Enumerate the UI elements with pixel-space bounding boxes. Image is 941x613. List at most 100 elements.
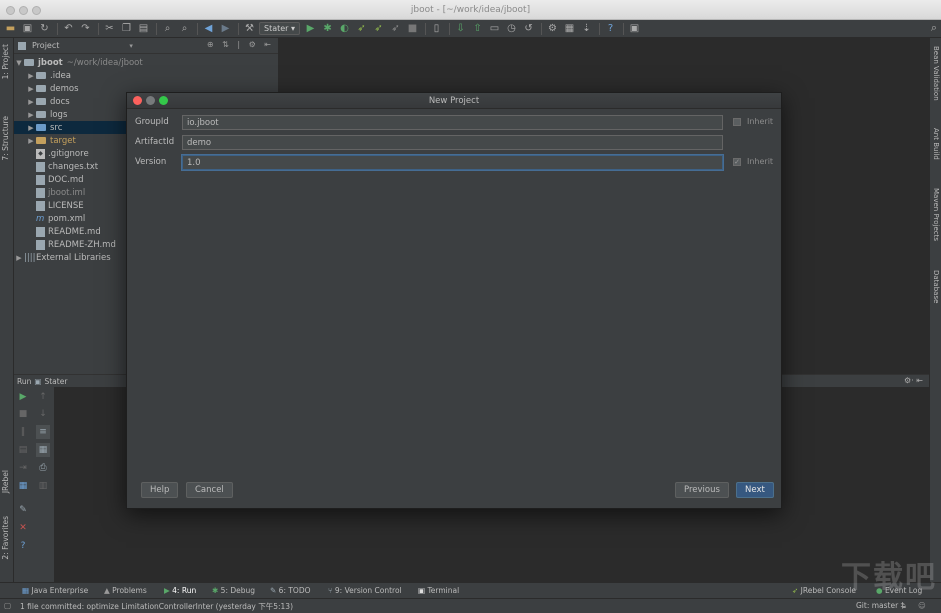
project-panel-title[interactable]: Project [32,41,59,50]
collapsed-arrow-icon[interactable]: ▶ [26,85,36,93]
sdk-icon[interactable]: ⇣ [579,21,594,36]
scroll-to-end-icon[interactable]: ▦ [36,443,50,457]
run-config-tab[interactable]: Stater [44,377,67,386]
print-icon[interactable]: ⎙ [36,461,50,475]
groupid-inherit[interactable]: Inherit [733,117,773,126]
vcs-revert-icon[interactable]: ↺ [521,21,536,36]
version-input[interactable] [182,155,723,170]
vcs-compare-icon[interactable]: ▭ [487,21,502,36]
collapsed-arrow-icon[interactable]: ▶ [26,124,36,132]
tab-problems[interactable]: ▲ Problems [104,586,147,595]
run-icon: ▶ [164,586,173,595]
tab-run[interactable]: ▶ 4: Run [164,586,196,595]
collapsed-arrow-icon[interactable]: ▶ [26,98,36,106]
stop-icon[interactable]: ■ [405,21,420,36]
find-icon[interactable]: ⌕ [160,21,175,36]
toolbar-separator [238,22,239,35]
toggle-tool-windows-icon[interactable]: ▢ [4,601,11,610]
collapsed-arrow-icon[interactable]: ▶ [26,137,36,145]
pin-icon[interactable]: ✎ [16,503,30,517]
project-panel-header: Project ▾ ⊕ ⇅ | ⚙ ⇤ [14,38,278,54]
search-everywhere-icon[interactable]: ⌕ [931,21,937,35]
tree-item[interactable]: ▶ .idea [14,69,278,82]
expanded-arrow-icon[interactable]: ▼ [14,59,24,67]
tab-bean-validation[interactable]: Bean Validation [932,46,940,101]
collapsed-arrow-icon[interactable]: ▶ [26,72,36,80]
pause-icon[interactable]: ‖ [16,425,30,439]
run-configuration-select[interactable]: Stater ▾ [259,22,301,35]
help-button[interactable]: Help [141,482,179,498]
collapsed-arrow-icon[interactable]: ▶ [14,254,24,262]
vcs-history-icon[interactable]: ◷ [504,21,519,36]
tab-version-control[interactable]: ⑂ 9: Version Control [328,586,402,595]
tab-java-enterprise[interactable]: ▦ Java Enterprise [22,586,88,595]
run-panel-settings-icon[interactable]: ⚙· ⇤ [904,376,923,385]
down-icon[interactable]: ↓ [36,407,50,421]
build-icon[interactable]: ⚒ [242,21,257,36]
tab-database[interactable]: Database [932,270,940,303]
tab-jrebel[interactable]: JRebel [1,470,10,493]
copy-icon[interactable]: ❐ [119,21,134,36]
artifactid-input[interactable] [182,135,723,150]
help-icon[interactable]: ? [16,539,30,553]
undo-icon[interactable]: ↶ [61,21,76,36]
coverage-icon[interactable]: ◐ [337,21,352,36]
chevron-down-icon[interactable]: ▾ [129,42,133,50]
exit-icon[interactable]: ⇥ [16,461,30,475]
collapsed-arrow-icon[interactable]: ▶ [26,111,36,119]
vcs-commit-icon[interactable]: ⇧ [470,21,485,36]
version-inherit[interactable]: ✓ Inherit [733,157,773,166]
jrebel-update-icon[interactable]: ➶ [388,21,403,36]
layout-icon[interactable]: ▦ [16,479,30,493]
tab-label: Terminal [427,586,460,595]
groupid-input[interactable] [182,115,723,130]
next-button[interactable]: Next [736,482,774,498]
sync-icon[interactable]: ↻ [37,21,52,36]
previous-button[interactable]: Previous [675,482,729,498]
replace-icon[interactable]: ⌕ [177,21,192,36]
cancel-button[interactable]: Cancel [186,482,233,498]
clear-icon[interactable]: ▥ [36,479,50,493]
folder-icon [36,72,46,79]
run-icon[interactable]: ▶ [303,21,318,36]
panel-tools[interactable]: ⊕ ⇅ | ⚙ ⇤ [207,40,274,49]
terminal-icon[interactable]: ▣ [627,21,642,36]
stop-icon[interactable]: ■ [16,407,30,421]
forward-icon[interactable]: ▶ [218,21,233,36]
cut-icon[interactable]: ✂ [102,21,117,36]
lock-icon[interactable]: 🔒︎ [902,601,906,611]
open-folder-icon[interactable]: ▬ [3,21,18,36]
inspector-icon[interactable]: ☺ [918,601,926,610]
paste-icon[interactable]: ▤ [136,21,151,36]
source-folder-icon [36,124,46,131]
jrebel-debug-icon[interactable]: ➶ [371,21,386,36]
tab-ant-build[interactable]: Ant Build [932,128,940,160]
vcs-update-icon[interactable]: ⇩ [453,21,468,36]
up-icon[interactable]: ↑ [36,390,50,404]
rerun-icon[interactable]: ▶ [16,390,30,404]
tab-favorites[interactable]: 2: Favorites [1,516,10,560]
close-run-icon[interactable]: ✕ [16,521,30,535]
tab-debug[interactable]: ✱ 5: Debug [212,586,255,595]
tab-maven-projects[interactable]: Maven Projects [932,188,940,241]
debug-icon[interactable]: ✱ [320,21,335,36]
tab-label: 4: Run [172,586,197,595]
settings-icon[interactable]: ⚙ [545,21,560,36]
tree-root[interactable]: ▼ jboot ~/work/idea/jboot [14,56,278,69]
help-icon[interactable]: ? [603,21,618,36]
tab-project[interactable]: 1: Project [1,44,10,79]
redo-icon[interactable]: ↷ [78,21,93,36]
tab-structure[interactable]: 7: Structure [1,116,10,161]
project-structure-icon[interactable]: ▦ [562,21,577,36]
save-all-icon[interactable]: ▣ [20,21,35,36]
soft-wrap-icon[interactable]: ≡ [36,425,50,439]
tab-todo[interactable]: ✎ 6: TODO [270,586,311,595]
git-branch-widget[interactable]: Git: master ‡ [856,601,904,610]
groupid-inherit-checkbox[interactable] [733,117,741,126]
jrebel-run-icon[interactable]: ➶ [354,21,369,36]
document-icon[interactable]: ▯ [429,21,444,36]
tab-terminal[interactable]: ▣ Terminal [418,586,459,595]
version-inherit-checkbox[interactable]: ✓ [733,157,741,166]
back-icon[interactable]: ◀ [201,21,216,36]
dump-threads-icon[interactable]: ▤ [16,443,30,457]
